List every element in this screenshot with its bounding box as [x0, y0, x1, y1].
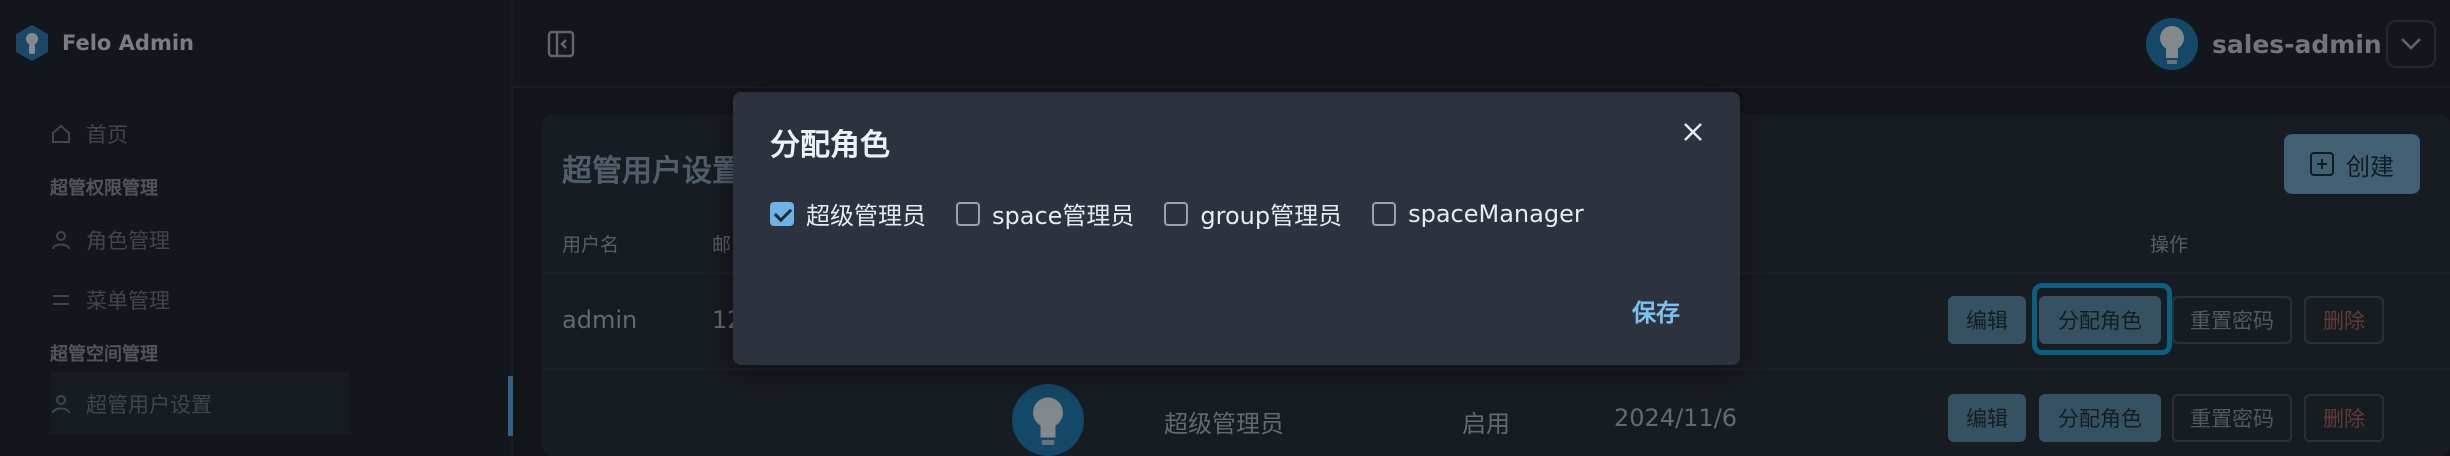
- role-option-label: space管理员: [992, 202, 1135, 230]
- dialog-title: 分配角色: [770, 128, 890, 163]
- role-option-label: 超级管理员: [806, 202, 926, 230]
- checkbox[interactable]: [770, 201, 794, 226]
- checkbox[interactable]: [956, 201, 980, 226]
- assign-role-dialog: 分配角色 超级管理员 space管理员 group管理员 spaceManage…: [733, 92, 1740, 365]
- save-button[interactable]: 保存: [1611, 288, 1701, 332]
- role-option-super-admin[interactable]: 超级管理员: [770, 196, 926, 231]
- role-option-label: spaceManager: [1408, 199, 1584, 228]
- role-option-group-admin[interactable]: group管理员: [1164, 196, 1342, 231]
- close-icon[interactable]: [1673, 112, 1713, 152]
- checkbox[interactable]: [1164, 201, 1189, 226]
- role-option-label: group管理员: [1200, 202, 1343, 230]
- role-option-space-manager[interactable]: spaceManager: [1372, 200, 1584, 228]
- role-option-space-admin[interactable]: space管理员: [956, 196, 1134, 231]
- role-options: 超级管理员 space管理员 group管理员 spaceManager: [770, 196, 1614, 231]
- checkbox[interactable]: [1372, 201, 1397, 226]
